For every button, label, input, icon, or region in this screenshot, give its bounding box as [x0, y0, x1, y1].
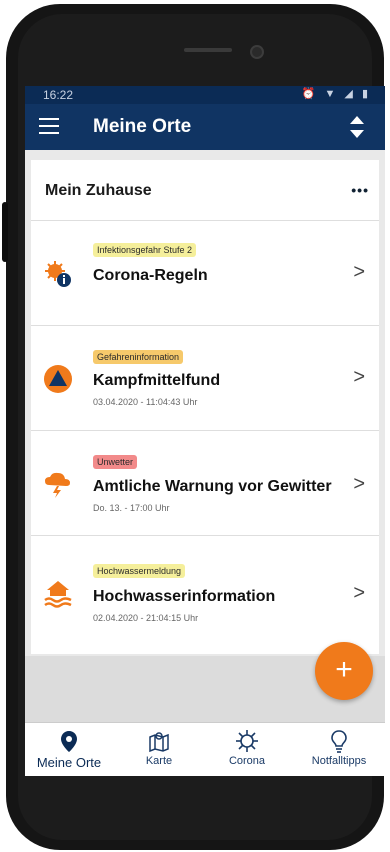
- phone-speaker: [184, 48, 232, 52]
- nav-karte[interactable]: Karte: [115, 729, 203, 767]
- status-bar: 16:22 ⏰ ▼ ◢ ▮: [25, 86, 385, 104]
- list-item-corona-rules[interactable]: Infektionsgefahr Stufe 2 Corona-Regeln >: [31, 221, 379, 326]
- item-title: Corona-Regeln: [93, 267, 208, 284]
- list-item-flood-info[interactable]: Hochwassermeldung Hochwasserinformation …: [31, 536, 379, 654]
- map-icon: [147, 729, 171, 753]
- phone-side-button: [2, 202, 8, 262]
- item-title: Hochwasserinformation: [93, 588, 276, 605]
- status-time: 16:22: [43, 88, 74, 102]
- nav-corona[interactable]: Corona: [203, 729, 291, 767]
- item-title: Amtliche Warnung vor Gewitter: [93, 478, 332, 495]
- more-options-icon[interactable]: •••: [351, 182, 369, 198]
- warning-triangle-icon: [43, 364, 73, 394]
- location-pin-icon: [57, 729, 81, 753]
- virus-icon: [235, 729, 259, 753]
- chevron-right-icon: >: [353, 582, 365, 604]
- app-bar: Meine Orte: [25, 104, 385, 150]
- lightbulb-icon: [327, 729, 351, 753]
- status-badge: Unwetter: [93, 455, 138, 469]
- item-date: 02.04.2020 - 21:04:15 Uhr: [93, 613, 199, 623]
- flood-icon: [43, 578, 73, 608]
- nav-label: Corona: [228, 755, 266, 767]
- chevron-right-icon: >: [353, 473, 365, 495]
- places-list: Mein Zuhause ••• Infektionsgefahr Stufe …: [31, 160, 379, 654]
- item-date: Do. 13. - 17:00 Uhr: [93, 503, 170, 513]
- item-date: 03.04.2020 - 11:04:43 Uhr: [93, 397, 198, 407]
- nav-label: Notfalltipps: [311, 755, 367, 767]
- status-badge: Gefahreninformation: [93, 350, 184, 364]
- place-header: Mein Zuhause •••: [31, 160, 379, 221]
- nav-meine-orte[interactable]: Meine Orte: [25, 729, 113, 770]
- chevron-right-icon: >: [353, 261, 365, 283]
- phone-camera: [250, 45, 264, 59]
- corona-virus-info-icon: [43, 259, 73, 289]
- nav-label: Karte: [145, 755, 173, 767]
- status-icons: ⏰ ▼ ◢ ▮: [301, 88, 371, 100]
- sort-arrows-icon[interactable]: [347, 112, 367, 142]
- list-item-kampfmittelfund[interactable]: Gefahreninformation Kampfmittelfund 03.0…: [31, 326, 379, 431]
- status-badge: Infektionsgefahr Stufe 2: [93, 243, 197, 257]
- page-title: Meine Orte: [93, 116, 192, 137]
- item-title: Kampfmittelfund: [93, 372, 221, 389]
- chevron-right-icon: >: [353, 366, 365, 388]
- app-screen: 16:22 ⏰ ▼ ◢ ▮ Meine Orte Mein Zuhause ••…: [25, 86, 385, 776]
- nav-notfalltipps[interactable]: Notfalltipps: [295, 729, 383, 767]
- thunderstorm-icon: [43, 469, 73, 499]
- status-badge: Hochwassermeldung: [93, 564, 186, 578]
- hamburger-menu-icon[interactable]: [39, 118, 59, 134]
- nav-label: Meine Orte: [36, 755, 102, 770]
- place-name: Mein Zuhause: [45, 182, 152, 199]
- add-place-button[interactable]: +: [315, 642, 373, 700]
- bottom-navigation: Meine Orte Karte Corona Notfalltipps: [25, 722, 385, 776]
- list-item-thunderstorm-warning[interactable]: Unwetter Amtliche Warnung vor Gewitter D…: [31, 431, 379, 536]
